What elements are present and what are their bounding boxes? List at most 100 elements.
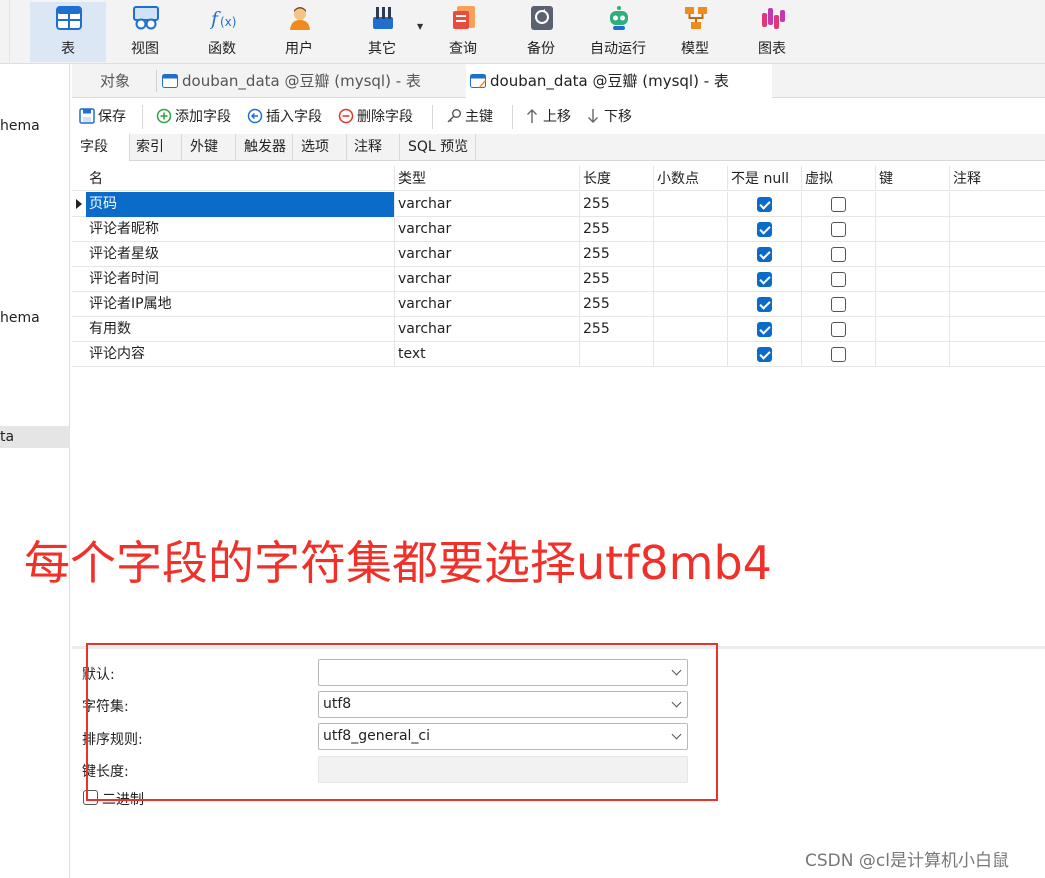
tab-triggers[interactable]: 触发器: [236, 134, 293, 161]
field-decimals-cell[interactable]: [654, 217, 728, 242]
virtual-checkbox[interactable]: [831, 322, 846, 337]
field-comment-cell[interactable]: [950, 242, 1045, 267]
column-header-decimals[interactable]: 小数点: [654, 166, 728, 191]
others-dropdown-icon[interactable]: ▼: [417, 22, 423, 31]
field-length-cell[interactable]: 255: [580, 217, 654, 242]
table-row[interactable]: 评论者昵称 varchar 255: [72, 217, 1045, 242]
field-decimals-cell[interactable]: [654, 317, 728, 342]
tab-options[interactable]: 选项: [293, 134, 347, 161]
table-row[interactable]: 评论者星级 varchar 255: [72, 242, 1045, 267]
virtual-checkbox[interactable]: [831, 297, 846, 312]
field-length-cell[interactable]: 255: [580, 267, 654, 292]
field-not-null-cell[interactable]: [728, 192, 802, 217]
tab-objects[interactable]: 对象: [100, 64, 130, 98]
field-virtual-cell[interactable]: [802, 192, 876, 217]
field-key-cell[interactable]: [876, 292, 950, 317]
column-header-key[interactable]: 键: [876, 166, 950, 191]
table-row[interactable]: 有用数 varchar 255: [72, 317, 1045, 342]
ribbon-automation-button[interactable]: 自动运行: [580, 2, 656, 62]
not-null-checkbox[interactable]: [757, 247, 772, 262]
field-length-cell[interactable]: 255: [580, 292, 654, 317]
delete-field-button[interactable]: 删除字段: [338, 107, 413, 127]
column-header-comment[interactable]: 注释: [950, 166, 1045, 191]
field-not-null-cell[interactable]: [728, 342, 802, 367]
tab-indexes[interactable]: 索引: [128, 134, 182, 161]
field-name-cell[interactable]: 评论者星级: [86, 242, 395, 267]
not-null-checkbox[interactable]: [757, 197, 772, 212]
field-decimals-cell[interactable]: [654, 342, 728, 367]
field-length-cell[interactable]: 255: [580, 317, 654, 342]
field-virtual-cell[interactable]: [802, 317, 876, 342]
table-row[interactable]: 评论者时间 varchar 255: [72, 267, 1045, 292]
save-button[interactable]: 保存: [79, 107, 126, 127]
field-length-cell[interactable]: 255: [580, 192, 654, 217]
field-type-cell[interactable]: varchar: [395, 317, 580, 342]
field-comment-cell[interactable]: [950, 192, 1045, 217]
not-null-checkbox[interactable]: [757, 347, 772, 362]
field-type-cell[interactable]: varchar: [395, 242, 580, 267]
field-name-cell[interactable]: 评论者昵称: [86, 217, 395, 242]
field-type-cell[interactable]: varchar: [395, 267, 580, 292]
ribbon-query-button[interactable]: 查询: [425, 2, 501, 62]
column-header-length[interactable]: 长度: [580, 166, 654, 191]
field-length-cell[interactable]: [580, 342, 654, 367]
ribbon-model-button[interactable]: 模型: [657, 2, 733, 62]
column-header-virtual[interactable]: 虚拟: [802, 166, 876, 191]
field-key-cell[interactable]: [876, 342, 950, 367]
add-field-button[interactable]: 添加字段: [156, 107, 231, 127]
insert-field-button[interactable]: 插入字段: [247, 107, 322, 127]
primary-key-button[interactable]: 主键: [446, 107, 493, 127]
tree-item-schema[interactable]: hema: [0, 307, 70, 329]
field-virtual-cell[interactable]: [802, 267, 876, 292]
field-decimals-cell[interactable]: [654, 192, 728, 217]
not-null-checkbox[interactable]: [757, 322, 772, 337]
virtual-checkbox[interactable]: [831, 347, 846, 362]
column-header-type[interactable]: 类型: [395, 166, 580, 191]
virtual-checkbox[interactable]: [831, 272, 846, 287]
virtual-checkbox[interactable]: [831, 247, 846, 262]
field-name-cell[interactable]: 评论者IP属地: [86, 292, 395, 317]
field-name-cell[interactable]: 评论内容: [86, 342, 395, 367]
field-length-cell[interactable]: 255: [580, 242, 654, 267]
field-name-cell[interactable]: 评论者时间: [86, 267, 395, 292]
ribbon-view-button[interactable]: 视图: [107, 2, 183, 62]
field-type-cell[interactable]: text: [395, 342, 580, 367]
field-comment-cell[interactable]: [950, 267, 1045, 292]
field-key-cell[interactable]: [876, 242, 950, 267]
move-down-button[interactable]: 下移: [585, 107, 632, 127]
move-up-button[interactable]: 上移: [524, 107, 571, 127]
field-not-null-cell[interactable]: [728, 242, 802, 267]
field-not-null-cell[interactable]: [728, 292, 802, 317]
field-comment-cell[interactable]: [950, 292, 1045, 317]
field-virtual-cell[interactable]: [802, 242, 876, 267]
ribbon-backup-button[interactable]: 备份: [503, 2, 579, 62]
field-virtual-cell[interactable]: [802, 217, 876, 242]
field-name-cell[interactable]: 有用数: [86, 317, 395, 342]
field-virtual-cell[interactable]: [802, 292, 876, 317]
field-key-cell[interactable]: [876, 267, 950, 292]
field-decimals-cell[interactable]: [654, 242, 728, 267]
field-comment-cell[interactable]: [950, 342, 1045, 367]
ribbon-others-button[interactable]: 其它: [344, 2, 420, 62]
field-comment-cell[interactable]: [950, 317, 1045, 342]
tab-foreign-keys[interactable]: 外键: [182, 134, 236, 161]
field-virtual-cell[interactable]: [802, 342, 876, 367]
ribbon-chart-button[interactable]: 图表: [734, 2, 810, 62]
ribbon-table-button[interactable]: 表: [30, 2, 106, 62]
tab-fields[interactable]: 字段: [72, 134, 130, 161]
field-not-null-cell[interactable]: [728, 317, 802, 342]
table-row[interactable]: 评论内容 text: [72, 342, 1045, 367]
ribbon-function-button[interactable]: f (x) 函数: [184, 2, 260, 62]
field-key-cell[interactable]: [876, 317, 950, 342]
field-type-cell[interactable]: varchar: [395, 292, 580, 317]
field-not-null-cell[interactable]: [728, 217, 802, 242]
virtual-checkbox[interactable]: [831, 197, 846, 212]
field-type-cell[interactable]: varchar: [395, 192, 580, 217]
tab-sql-preview[interactable]: SQL 预览: [400, 134, 476, 161]
tab-table-design-2[interactable]: douban_data @豆瓣 (mysql) - 表: [466, 64, 772, 98]
table-row[interactable]: 页码 varchar 255: [72, 192, 1045, 217]
not-null-checkbox[interactable]: [757, 272, 772, 287]
not-null-checkbox[interactable]: [757, 297, 772, 312]
ribbon-user-button[interactable]: 用户: [261, 2, 337, 62]
field-key-cell[interactable]: [876, 217, 950, 242]
